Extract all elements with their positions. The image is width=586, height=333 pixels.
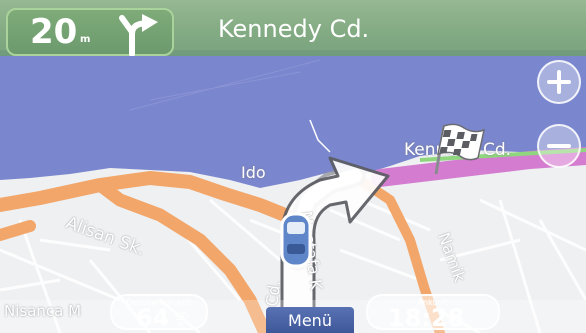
zoom-in-button[interactable] [537, 60, 581, 104]
menu-button[interactable]: Menü [266, 307, 354, 333]
next-turn-box[interactable]: 20 m [6, 8, 174, 56]
speed-unit-bottom: h [178, 320, 184, 329]
zoom-out-button[interactable] [537, 124, 581, 168]
vehicle-icon [280, 212, 312, 268]
map-label-ido: Ido [241, 163, 266, 182]
speed-value: 64 [136, 304, 170, 332]
zoom-in-icon [547, 70, 571, 94]
turn-distance: 20 [30, 12, 78, 52]
turn-right-icon [119, 14, 158, 56]
speed-unit-top: km [175, 310, 188, 319]
arrival-time: 18:28 [388, 304, 465, 332]
zoom-out-icon [547, 144, 571, 148]
navigation-screen: 20 m Kennedy Cd. Ido Kennedy Cd. Alisan … [0, 0, 586, 333]
checkered-flag-icon [434, 123, 486, 175]
map-label-cd: Cd. [262, 278, 285, 308]
map-label-nisanca: Nisanca M [4, 302, 82, 320]
speed-unit: km h [175, 310, 187, 329]
arrival-field[interactable]: Ankunft 18:28 [366, 294, 500, 332]
speed-field[interactable]: Geschwindigkeit 64 km h [110, 294, 208, 332]
turn-distance-unit: m [80, 34, 91, 45]
next-street-name: Kennedy Cd. [218, 15, 370, 43]
